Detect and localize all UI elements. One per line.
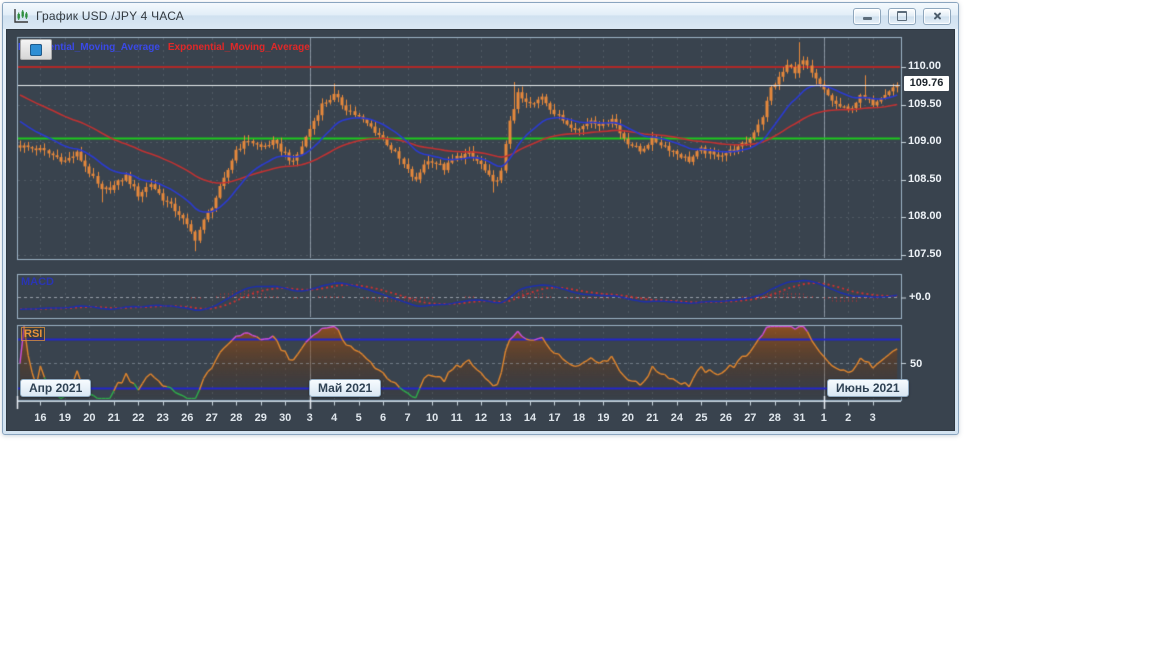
date-label: 21 <box>102 412 126 424</box>
chart-overlay: Exponential_Moving_Average Exponential_M… <box>0 0 1152 648</box>
date-label: 20 <box>77 412 101 424</box>
indicator-legend: Exponential_Moving_Average Exponential_M… <box>18 42 310 53</box>
price-tick-label: 108.50 <box>908 173 942 185</box>
price-tick-label: 109.00 <box>908 135 942 147</box>
date-label: 10 <box>420 412 444 424</box>
date-label: 1 <box>812 412 836 424</box>
date-label: 29 <box>249 412 273 424</box>
rsi-mid-label: 50 <box>910 358 922 370</box>
price-tick-label: 110.00 <box>908 60 941 72</box>
indicator-color-chip <box>20 39 52 60</box>
price-tick-label: 108.00 <box>908 210 942 222</box>
date-label: 30 <box>273 412 297 424</box>
date-label: 21 <box>640 412 664 424</box>
date-label: 17 <box>542 412 566 424</box>
date-label: 28 <box>224 412 248 424</box>
date-label: 3 <box>298 412 322 424</box>
date-label: 12 <box>469 412 493 424</box>
date-label: 27 <box>738 412 762 424</box>
price-tick-label: 109.50 <box>908 98 942 110</box>
date-label: 28 <box>763 412 787 424</box>
date-label: 13 <box>494 412 518 424</box>
date-label: 2 <box>836 412 860 424</box>
month-badge-april: Апр 2021 <box>20 379 91 397</box>
date-label: 11 <box>445 412 469 424</box>
date-label: 31 <box>787 412 811 424</box>
date-label: 3 <box>861 412 885 424</box>
date-label: 22 <box>126 412 150 424</box>
date-label: 27 <box>200 412 224 424</box>
date-label: 26 <box>175 412 199 424</box>
month-badge-may: Май 2021 <box>309 379 381 397</box>
price-tick-label: 107.50 <box>908 248 942 260</box>
macd-panel-label: MACD <box>21 276 54 288</box>
ema-blue-color-button[interactable] <box>30 44 42 56</box>
month-badge-june: Июнь 2021 <box>827 379 909 397</box>
date-label: 16 <box>28 412 52 424</box>
date-label: 19 <box>53 412 77 424</box>
current-price-badge: 109.76 <box>904 76 949 91</box>
date-label: 20 <box>616 412 640 424</box>
date-label: 24 <box>665 412 689 424</box>
date-label: 23 <box>151 412 175 424</box>
date-label: 19 <box>591 412 615 424</box>
date-label: 18 <box>567 412 591 424</box>
date-label: 6 <box>371 412 395 424</box>
legend-ema-red-label: Exponential_Moving_Average <box>168 42 310 53</box>
date-label: 25 <box>689 412 713 424</box>
date-label: 4 <box>322 412 346 424</box>
date-label: 14 <box>518 412 542 424</box>
date-label: 26 <box>714 412 738 424</box>
macd-zero-label: +0.0 <box>909 291 931 303</box>
screen: График USD /JPY 4 ЧАСА Exponential_Movin… <box>0 0 1152 648</box>
rsi-panel-label: RSI <box>21 327 45 341</box>
date-label: 7 <box>396 412 420 424</box>
date-label: 5 <box>347 412 371 424</box>
